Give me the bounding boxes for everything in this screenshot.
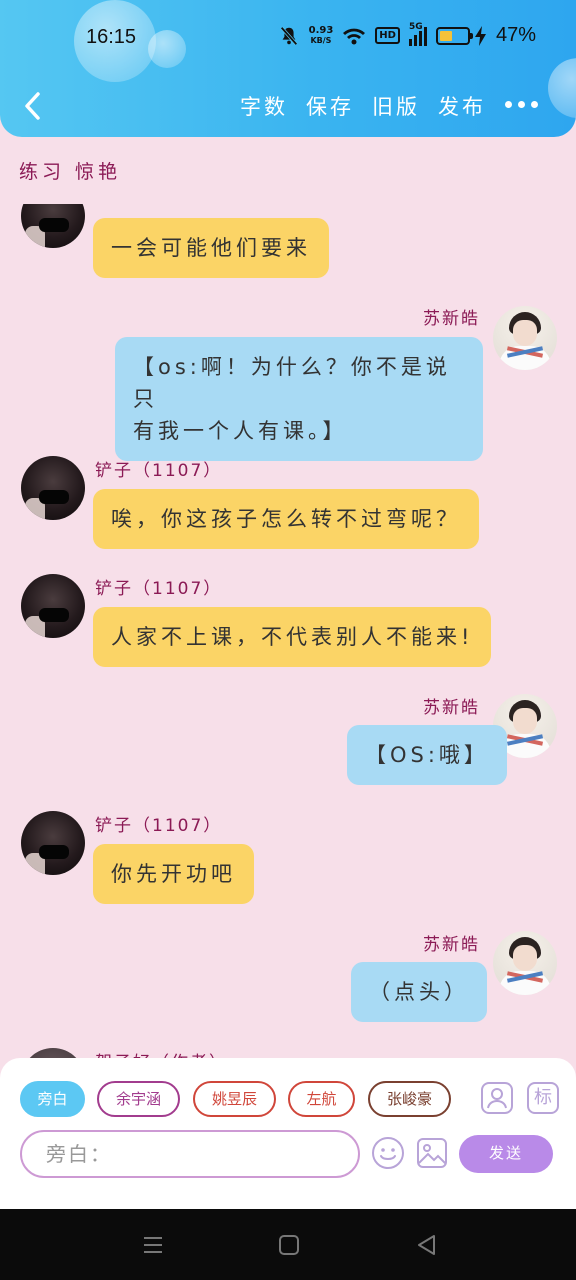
battery-icon	[435, 26, 473, 45]
sender-name: 铲子（1107）	[95, 579, 223, 599]
avatar-left[interactable]	[21, 811, 85, 875]
back-button[interactable]	[18, 88, 50, 124]
decor-bubble	[548, 58, 576, 118]
role-chip[interactable]: 张峻豪	[368, 1081, 451, 1117]
character-manage-button[interactable]	[481, 1082, 513, 1114]
charging-icon	[474, 25, 486, 46]
image-button[interactable]	[415, 1136, 449, 1170]
avatar-right[interactable]	[493, 931, 557, 995]
send-button[interactable]: 发送	[459, 1135, 553, 1173]
message-bubble-left[interactable]: 人家不上课，不代表别人不能来!	[93, 607, 492, 667]
back-triangle-icon[interactable]	[416, 1234, 438, 1256]
message-bubble-right[interactable]: 【OS:哦】	[347, 725, 507, 785]
old-version-button[interactable]: 旧版	[372, 91, 420, 121]
message-line: 【os:啊！为什么？你不是说只	[133, 355, 451, 411]
more-options-button[interactable]	[505, 101, 538, 108]
message-bubble-left[interactable]: 唉，你这孩子怎么转不过弯呢？	[93, 489, 479, 549]
person-icon	[487, 1088, 507, 1109]
chat-title: 练习 惊艳	[19, 161, 122, 183]
sender-name: 苏新皓	[423, 935, 480, 955]
menu-icon[interactable]	[142, 1234, 164, 1256]
input-panel: 旁白 余宇涵 姚昱辰 左航 张峻豪 标 发送	[0, 1058, 576, 1209]
chat-area[interactable]: 一会可能他们要来 苏新皓 【os:啊！为什么？你不是说只 有我一个人有课。】 铲…	[0, 204, 576, 1059]
battery-percent: 47%	[495, 24, 536, 46]
publish-button[interactable]: 发布	[438, 91, 486, 121]
message-bubble-right[interactable]: （点头）	[351, 962, 487, 1022]
role-chip[interactable]: 左航	[288, 1081, 355, 1117]
message-bubble-right[interactable]: 【os:啊！为什么？你不是说只 有我一个人有课。】	[115, 337, 483, 461]
sender-name: 苏新皓	[423, 698, 480, 718]
header-menu: 字数 保存 旧版 发布	[240, 91, 486, 121]
avatar-left[interactable]	[21, 574, 85, 638]
sender-name: 铲子（1107）	[95, 461, 223, 481]
system-nav-bar	[0, 1209, 576, 1280]
network-speed: 0.93 KB/S	[308, 24, 334, 46]
signal-label: 5G	[408, 21, 423, 32]
role-chip[interactable]: 姚昱辰	[193, 1081, 276, 1117]
network-speed-value: 0.93	[308, 24, 334, 36]
dot-icon	[518, 101, 525, 108]
word-count-button[interactable]: 字数	[240, 91, 288, 121]
home-icon[interactable]	[278, 1234, 300, 1256]
chevron-left-icon	[25, 92, 40, 120]
status-time: 16:15	[86, 26, 137, 48]
message-line: 有我一个人有课。】	[133, 419, 348, 443]
sender-name: 铲子（1107）	[95, 816, 223, 836]
avatar-left[interactable]	[21, 204, 85, 248]
status-icons: 0.93 KB/S HD 5G 47%	[278, 22, 536, 47]
battery-fill	[439, 30, 453, 41]
save-button[interactable]: 保存	[306, 91, 354, 121]
dot-icon	[505, 101, 512, 108]
app-header: 16:15 0.93 KB/S HD 5G 47% 字数 保存 旧版 发布	[0, 0, 576, 137]
emoji-button[interactable]	[371, 1136, 405, 1170]
role-chip-narrator[interactable]: 旁白	[20, 1081, 85, 1117]
wifi-icon	[343, 28, 366, 44]
message-input[interactable]	[20, 1130, 360, 1178]
avatar-left[interactable]	[21, 456, 85, 520]
network-speed-unit: KB/S	[310, 35, 332, 45]
dot-icon	[531, 101, 538, 108]
message-bubble-left[interactable]: 你先开功吧	[93, 844, 254, 904]
hd-badge: HD	[375, 27, 400, 44]
signal-icon: 5G	[408, 22, 427, 46]
role-chip[interactable]: 余宇涵	[97, 1081, 180, 1117]
message-bubble-left[interactable]: 一会可能他们要来	[93, 218, 329, 278]
avatar-right[interactable]	[493, 306, 557, 370]
smiley-icon	[372, 1137, 404, 1169]
sender-name: 苏新皓	[423, 309, 480, 329]
tag-button[interactable]: 标	[527, 1082, 559, 1114]
image-icon	[417, 1138, 447, 1168]
mute-bell-icon	[280, 26, 298, 45]
decor-bubble	[148, 30, 186, 68]
